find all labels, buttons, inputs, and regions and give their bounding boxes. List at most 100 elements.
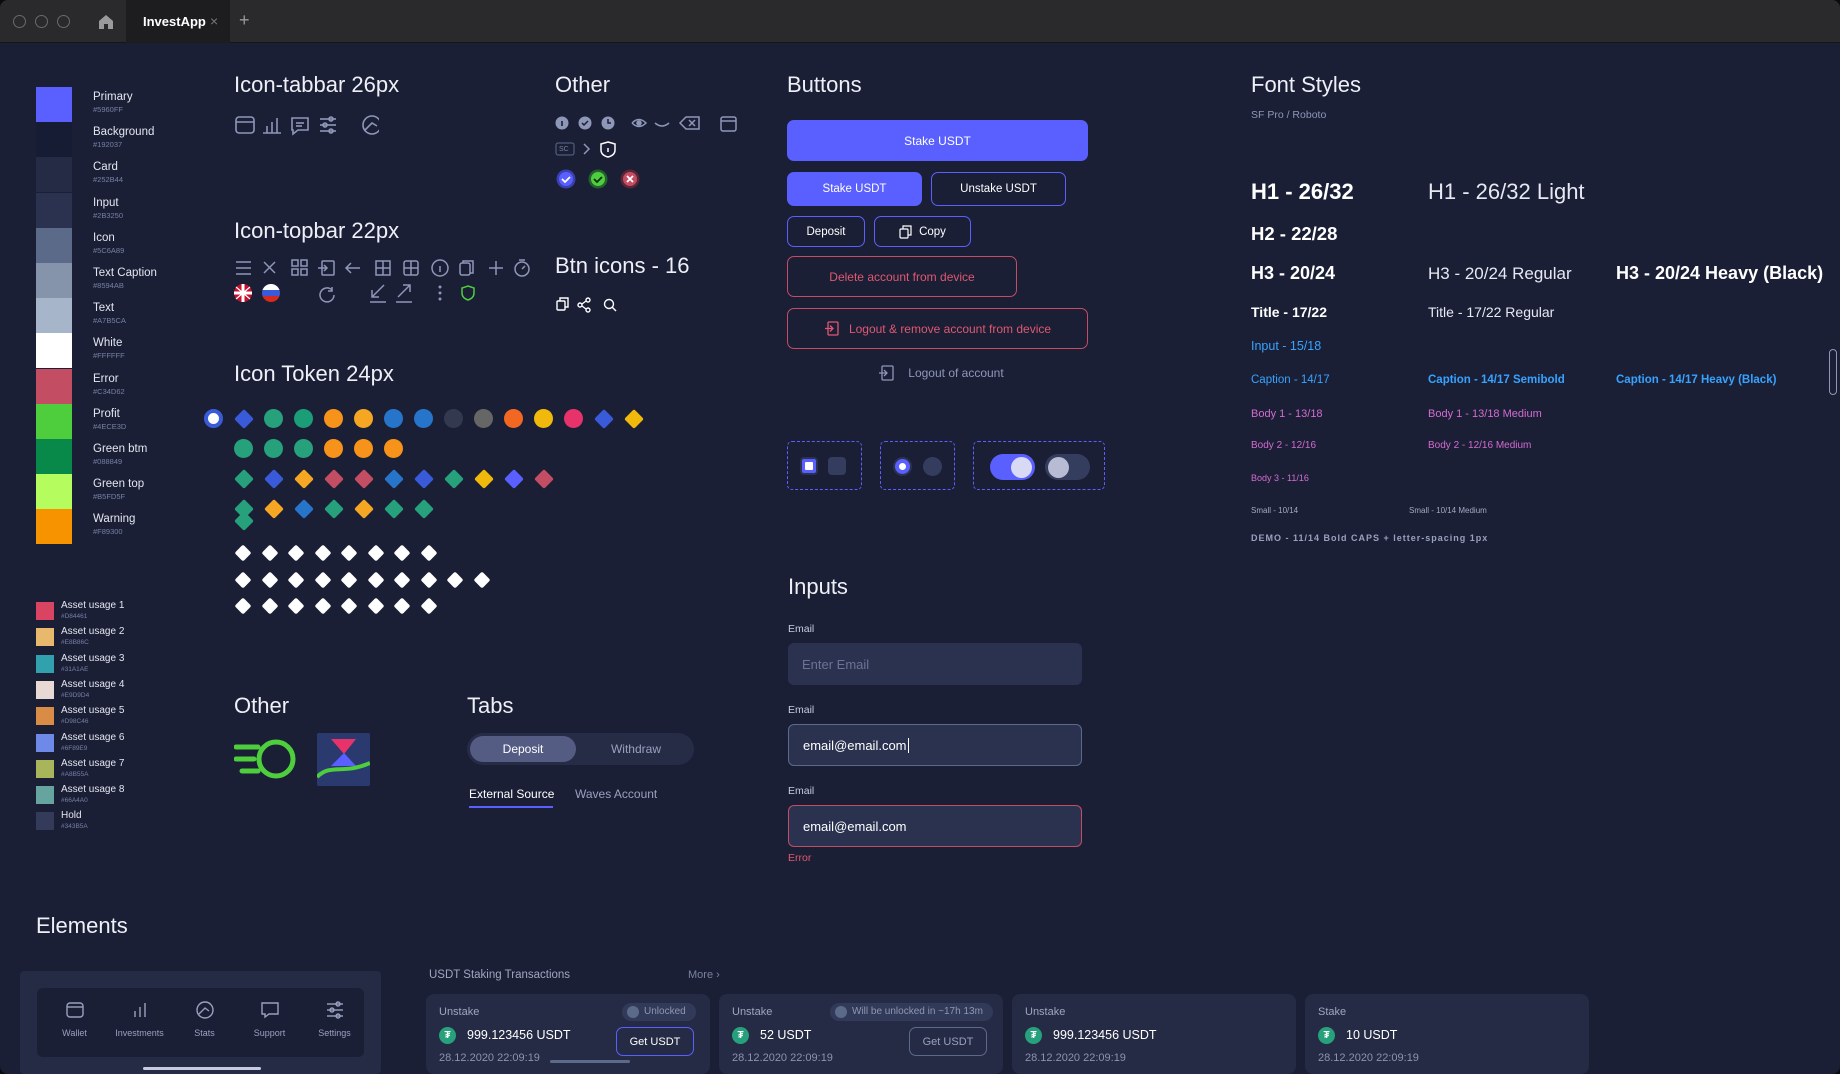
tab-waves-account[interactable]: Waves Account bbox=[575, 787, 657, 801]
section-title-icon-token: Icon Token 24px bbox=[234, 361, 394, 386]
section-title-other: Other bbox=[555, 72, 611, 97]
checkbox-checked[interactable] bbox=[800, 457, 818, 475]
segmented-control: Deposit Withdraw bbox=[467, 733, 694, 765]
checkbox-unchecked[interactable] bbox=[828, 457, 846, 475]
tether-icon: ₮ bbox=[439, 1027, 456, 1044]
maximize-window-button[interactable] bbox=[57, 15, 70, 28]
asset-hex: #A8B55A bbox=[61, 770, 89, 778]
section-title-btn-icons: Btn icons - 16 bbox=[555, 253, 690, 278]
asset-hex: #31A1AE bbox=[61, 665, 89, 673]
email-field-focused[interactable]: email@email.com bbox=[788, 724, 1082, 766]
tabbar-item[interactable]: Settings bbox=[307, 998, 362, 1038]
staking-card[interactable]: Unstake ₮ 52 USDT 28.12.2020 22:09:19 Wi… bbox=[719, 994, 1003, 1074]
token-mono-icon bbox=[234, 597, 252, 615]
toggle-group bbox=[973, 441, 1105, 490]
asset-name: Asset usage 5 bbox=[61, 705, 125, 717]
token-icon bbox=[534, 409, 553, 428]
tab-investapp[interactable]: InvestApp × bbox=[126, 0, 230, 43]
status-badge: Unlocked bbox=[622, 1003, 696, 1021]
logout-remove-label: Logout & remove account from device bbox=[848, 321, 1052, 336]
token-mono-icon bbox=[340, 597, 358, 615]
email-field-error[interactable]: email@email.com bbox=[788, 805, 1082, 847]
token-icon bbox=[414, 499, 434, 519]
asset-hex: #343B5A bbox=[61, 823, 88, 831]
asset-swatch bbox=[36, 759, 54, 778]
radio-selected[interactable] bbox=[893, 457, 912, 476]
share-icon bbox=[577, 297, 591, 313]
email-value: email@email.com bbox=[803, 737, 907, 753]
minimize-window-button[interactable] bbox=[35, 15, 48, 28]
arrow-left-icon bbox=[344, 262, 360, 274]
tabbar-item[interactable]: Stats bbox=[177, 998, 232, 1038]
asset-hex: #D98C46 bbox=[61, 718, 89, 726]
token-icon bbox=[294, 469, 314, 489]
color-name: Primary bbox=[93, 91, 133, 103]
token-mono-icon bbox=[393, 544, 411, 562]
stake-usdt-full-button[interactable]: Stake USDT bbox=[787, 120, 1088, 161]
token-icon bbox=[444, 409, 463, 428]
color-name: Text Caption bbox=[93, 267, 157, 279]
asset-swatch bbox=[36, 707, 54, 726]
font-body2-medium: Body 2 - 12/16 Medium bbox=[1428, 440, 1532, 451]
token-mono-icon bbox=[420, 571, 437, 588]
asset-hex: #E8B86C bbox=[61, 639, 89, 647]
font-h3: H3 - 20/24 bbox=[1251, 263, 1336, 283]
qr-icon bbox=[291, 259, 308, 276]
color-hex: #2B3250 bbox=[93, 210, 124, 220]
scrollbar-thumb[interactable] bbox=[1829, 349, 1837, 395]
font-title: Title - 17/22 bbox=[1251, 304, 1328, 320]
copy-button[interactable]: Copy bbox=[874, 216, 971, 247]
tab-close-icon[interactable]: × bbox=[210, 13, 218, 29]
clock-filled-icon bbox=[601, 116, 615, 130]
transaction-amount: 10 USDT bbox=[1346, 1028, 1398, 1042]
stake-usdt-button[interactable]: Stake USDT bbox=[787, 172, 922, 206]
tabbar-item-label: Settings bbox=[318, 1028, 351, 1038]
segment-deposit[interactable]: Deposit bbox=[470, 736, 576, 762]
deposit-button[interactable]: Deposit bbox=[787, 216, 865, 247]
unstake-usdt-button[interactable]: Unstake USDT bbox=[931, 172, 1066, 206]
token-mono-icon bbox=[367, 597, 384, 615]
token-icon bbox=[324, 499, 344, 519]
color-name: Text bbox=[93, 302, 115, 315]
tabbar-item[interactable]: Wallet bbox=[47, 998, 102, 1038]
asset-hex: #6F89E9 bbox=[61, 744, 88, 752]
arrow-down-left-icon bbox=[370, 284, 386, 303]
logout-remove-account-button[interactable]: Logout & remove account from device bbox=[787, 308, 1088, 349]
home-icon[interactable] bbox=[96, 12, 116, 32]
get-usdt-button[interactable]: Get USDT bbox=[616, 1027, 694, 1056]
section-title-elements: Elements bbox=[36, 913, 128, 938]
toggle-off[interactable] bbox=[1045, 454, 1090, 480]
color-hex: #5C6A89 bbox=[93, 245, 125, 255]
token-mono-icon bbox=[287, 544, 305, 562]
delete-account-button[interactable]: Delete account from device bbox=[787, 256, 1017, 297]
grid-icon bbox=[375, 260, 391, 276]
investments-icon bbox=[133, 1003, 146, 1017]
text-cursor bbox=[907, 737, 909, 753]
email-field-empty[interactable]: Enter Email bbox=[788, 643, 1082, 685]
close-window-button[interactable] bbox=[13, 15, 26, 28]
token-mono-icon bbox=[261, 544, 278, 562]
staking-card[interactable]: Unstake ₮ 999.123456 USDT 28.12.2020 22:… bbox=[1012, 994, 1296, 1074]
logout-of-account-button[interactable]: Logout of account bbox=[870, 361, 1012, 385]
bottom-tabbar: Wallet Investments Stats Support Setting… bbox=[37, 988, 364, 1070]
font-body3: Body 3 - 11/16 bbox=[1251, 473, 1309, 483]
radio-unselected[interactable] bbox=[923, 457, 942, 476]
more-link[interactable]: More › bbox=[688, 969, 720, 981]
tab-external-source[interactable]: External Source bbox=[469, 787, 554, 801]
color-swatch bbox=[36, 298, 72, 334]
staking-title: USDT Staking Transactions bbox=[429, 969, 571, 981]
new-tab-button[interactable]: + bbox=[239, 10, 250, 31]
segment-withdraw[interactable]: Withdraw bbox=[583, 736, 689, 762]
tabbar-item[interactable]: Investments bbox=[112, 998, 167, 1038]
staking-card[interactable]: Stake ₮ 10 USDT 28.12.2020 22:09:19 bbox=[1305, 994, 1589, 1074]
tabbar-item[interactable]: Support bbox=[242, 998, 297, 1038]
token-mono-icon bbox=[420, 597, 437, 615]
token-icon bbox=[204, 409, 223, 428]
plus-icon bbox=[489, 261, 503, 275]
token-icon bbox=[354, 469, 374, 489]
get-usdt-button[interactable]: Get USDT bbox=[909, 1027, 987, 1056]
toggle-on[interactable] bbox=[990, 454, 1035, 480]
token-mono-icon bbox=[234, 571, 252, 588]
color-swatch bbox=[36, 227, 72, 263]
font-caption: Caption - 14/17 bbox=[1251, 374, 1330, 386]
